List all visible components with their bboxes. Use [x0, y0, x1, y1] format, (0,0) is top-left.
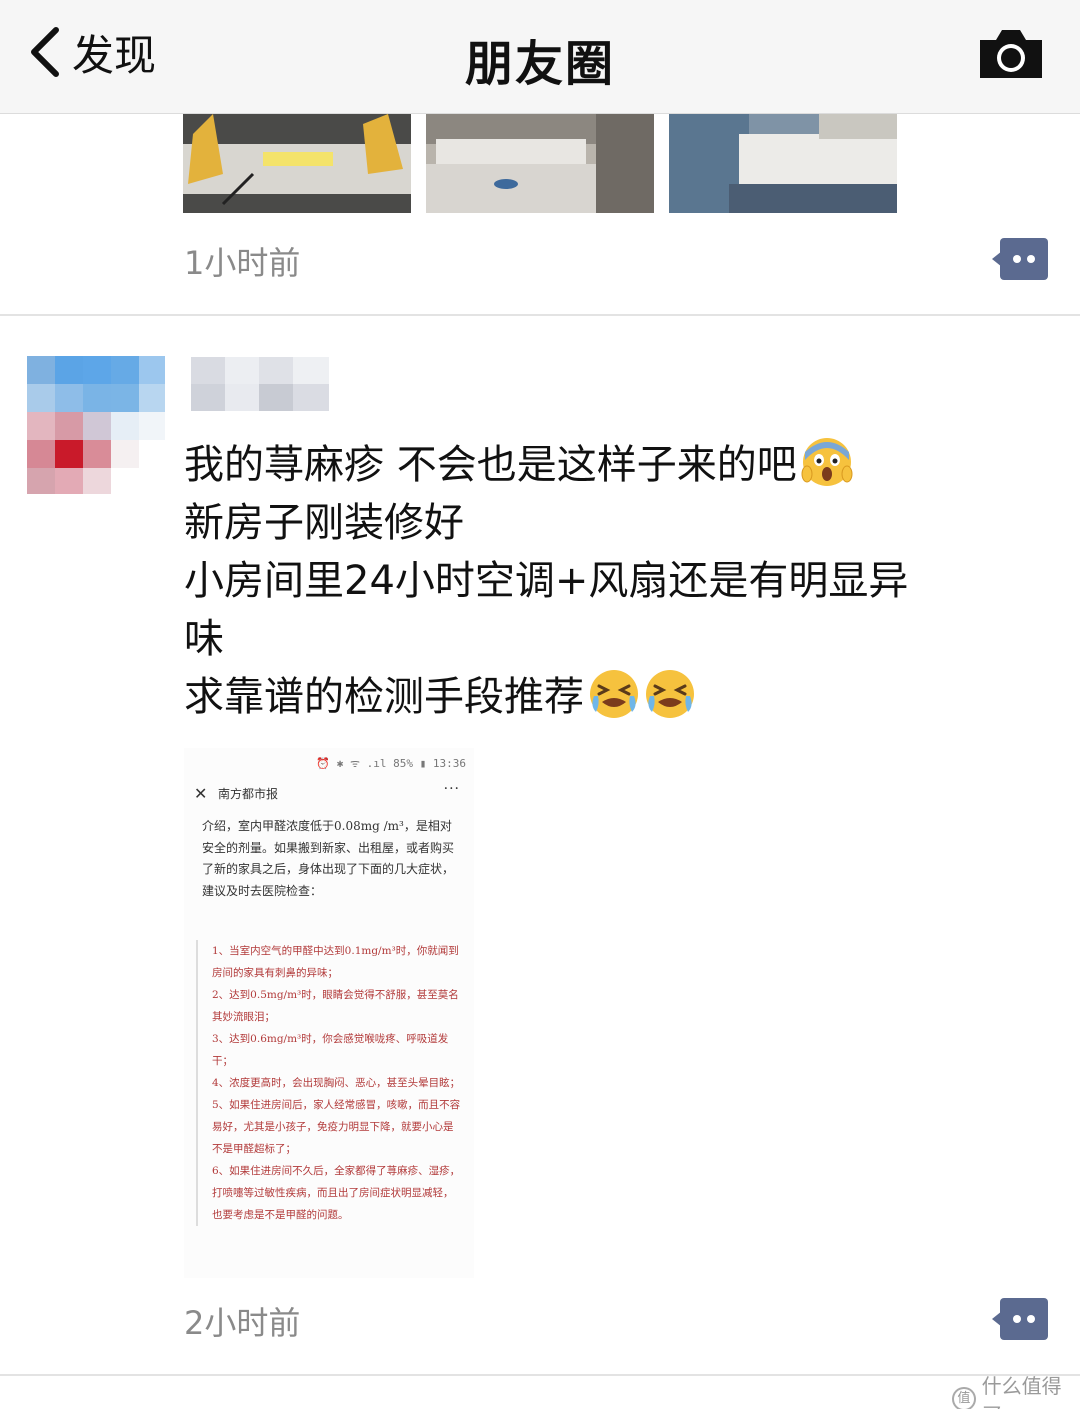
attached-list-item: 5、如果住进房间后，家人经常感冒，咳嗽，而且不容易好，尤其是小孩子，免疫力明显下… [212, 1099, 461, 1155]
avatar[interactable] [27, 356, 165, 494]
post1-photo-2[interactable] [426, 114, 654, 213]
attached-source-name: 南方都市报 [218, 787, 279, 801]
attached-intro-text: 介绍，室内甲醛浓度低于0.08mg /m³，是相对安全的剂量。如果搬到新家、出租… [202, 819, 455, 898]
post-text-line: 味 [184, 616, 224, 662]
crying-emoji-icon [590, 670, 638, 718]
attached-list-item: 1、当室内空气的甲醛中达到0.1mg/m³时，你就闻到房间的家具有刺鼻的异味； [212, 945, 459, 979]
attached-list-item: 4、浓度更高时，会出现胸闷、恶心，甚至头晕目眩； [212, 1077, 461, 1089]
attached-close-icon: ✕ [194, 784, 208, 803]
watermark-logo-icon: 值 [952, 1387, 976, 1409]
post2-comment-button[interactable] [992, 1298, 1048, 1340]
post-text-line: 新房子刚装修好 [184, 500, 464, 546]
post-text-line: 我的荨麻疹 不会也是这样子来的吧 [184, 436, 1044, 494]
attached-list-item: 6、如果住进房间不久后，全家都得了荨麻疹、湿疹，打喷嚏等过敏性疾病，而且出了房间… [212, 1165, 461, 1221]
navbar: 发现 朋友圈 [0, 0, 1080, 114]
post2-timestamp: 2小时前 [184, 1304, 301, 1342]
attached-list-item: 3、达到0.6mg/m³时，你会感觉喉咙疼、呼吸道发干； [212, 1033, 449, 1067]
post-text: 我的荨麻疹 不会也是这样子来的吧 新房子刚装修好 小房间里24小时空调+风扇还是… [184, 436, 1044, 726]
post2-attached-image[interactable]: ⏰ ✱ ᯤ .ıl 85% ▮ 13:36 ✕ 南方都市报 ··· 介绍，室内甲… [184, 748, 474, 1278]
watermark: 值 什么值得买 [952, 1370, 1080, 1409]
attached-symptom-list: 1、当室内空气的甲醛中达到0.1mg/m³时，你就闻到房间的家具有刺鼻的异味； … [196, 940, 462, 1226]
attached-status-bar: ⏰ ✱ ᯤ .ıl 85% ▮ 13:36 [316, 757, 466, 770]
camera-button[interactable] [976, 26, 1046, 82]
post1-timestamp: 1小时前 [184, 244, 301, 282]
post1-photo-1[interactable] [183, 114, 411, 213]
post-text-line: 求靠谱的检测手段推荐 [184, 668, 1044, 726]
watermark-text: 什么值得买 [981, 1374, 1062, 1409]
page-title: 朋友圈 [464, 36, 615, 92]
attached-list-item: 2、达到0.5mg/m³时，眼睛会觉得不舒服，甚至莫名其妙流眼泪； [212, 989, 459, 1023]
crying-emoji-icon [646, 670, 694, 718]
comment-icon [992, 238, 1048, 280]
post1-image-grid [183, 114, 897, 213]
comment-icon [992, 1298, 1048, 1340]
post-divider [0, 314, 1080, 316]
scream-emoji-icon [801, 438, 853, 486]
post-text-line: 小房间里24小时空调+风扇还是有明显异 [184, 558, 909, 604]
post1-photo-3[interactable] [669, 114, 897, 213]
post-divider [0, 1374, 1080, 1376]
camera-icon [980, 30, 1042, 78]
post1-comment-button[interactable] [992, 238, 1048, 280]
username[interactable] [191, 357, 329, 411]
attached-more-icon: ··· [443, 781, 460, 797]
